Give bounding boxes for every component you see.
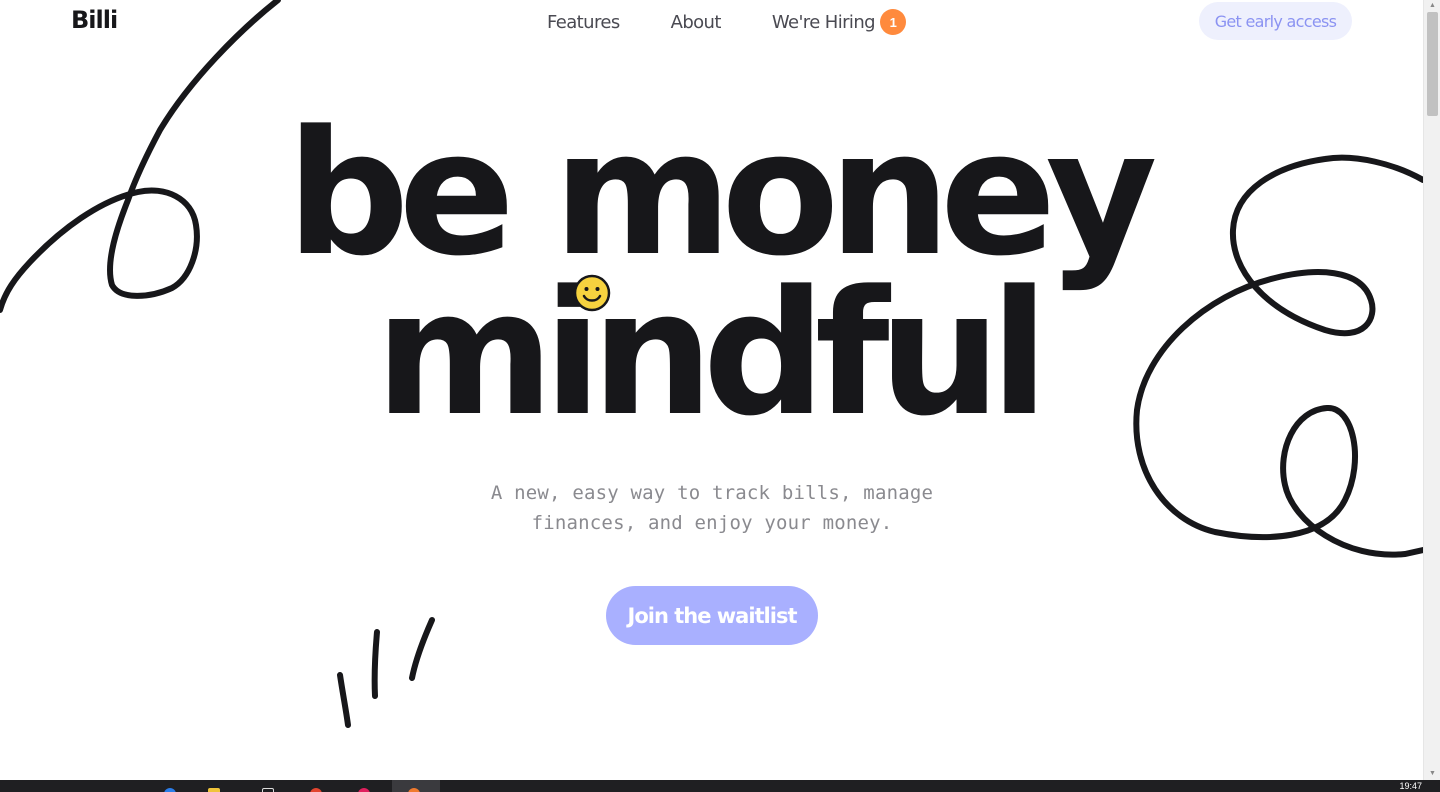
scroll-up-arrow-icon[interactable]: ▲ [1424,0,1440,12]
taskbar-app-icon[interactable] [164,788,176,792]
nav-link-features[interactable]: Features [547,12,620,33]
vertical-scrollbar[interactable]: ▲ ▼ [1423,0,1440,780]
taskbar-browser-icon[interactable] [310,788,322,792]
taskbar-music-icon[interactable] [358,788,370,792]
hero-title-line2: mindful [375,253,1049,454]
taskbar-clock[interactable]: 19:47 [1399,782,1422,791]
nav-link-hiring[interactable]: We're Hiring 1 [772,9,906,35]
main-nav: Features About We're Hiring 1 [547,9,906,35]
scrollbar-thumb[interactable] [1427,12,1438,116]
nav-link-about[interactable]: About [671,12,722,33]
get-early-access-button[interactable]: Get early access [1199,2,1352,40]
hero-subtitle-line2: finances, and enjoy your money. [531,512,893,534]
taskbar-folder-icon[interactable] [208,788,220,792]
taskbar-window-icon[interactable] [262,788,274,792]
nav-link-hiring-label: We're Hiring [771,11,876,33]
scroll-down-arrow-icon[interactable]: ▼ [1424,768,1440,780]
landing-page: Billi Features About We're Hiring 1 Get … [0,0,1423,780]
hero-subtitle: A new, easy way to track bills, manage f… [462,478,962,538]
smiley-face-icon [573,274,611,312]
hero-subtitle-line1: A new, easy way to track bills, manage [490,482,934,504]
join-waitlist-button[interactable]: Join the waitlist [606,586,818,645]
scribble-marks-decoration [337,617,435,728]
brand-logo[interactable]: Billi [71,6,118,34]
hiring-count-badge: 1 [879,9,906,35]
os-taskbar: 19:47 [0,780,1440,792]
